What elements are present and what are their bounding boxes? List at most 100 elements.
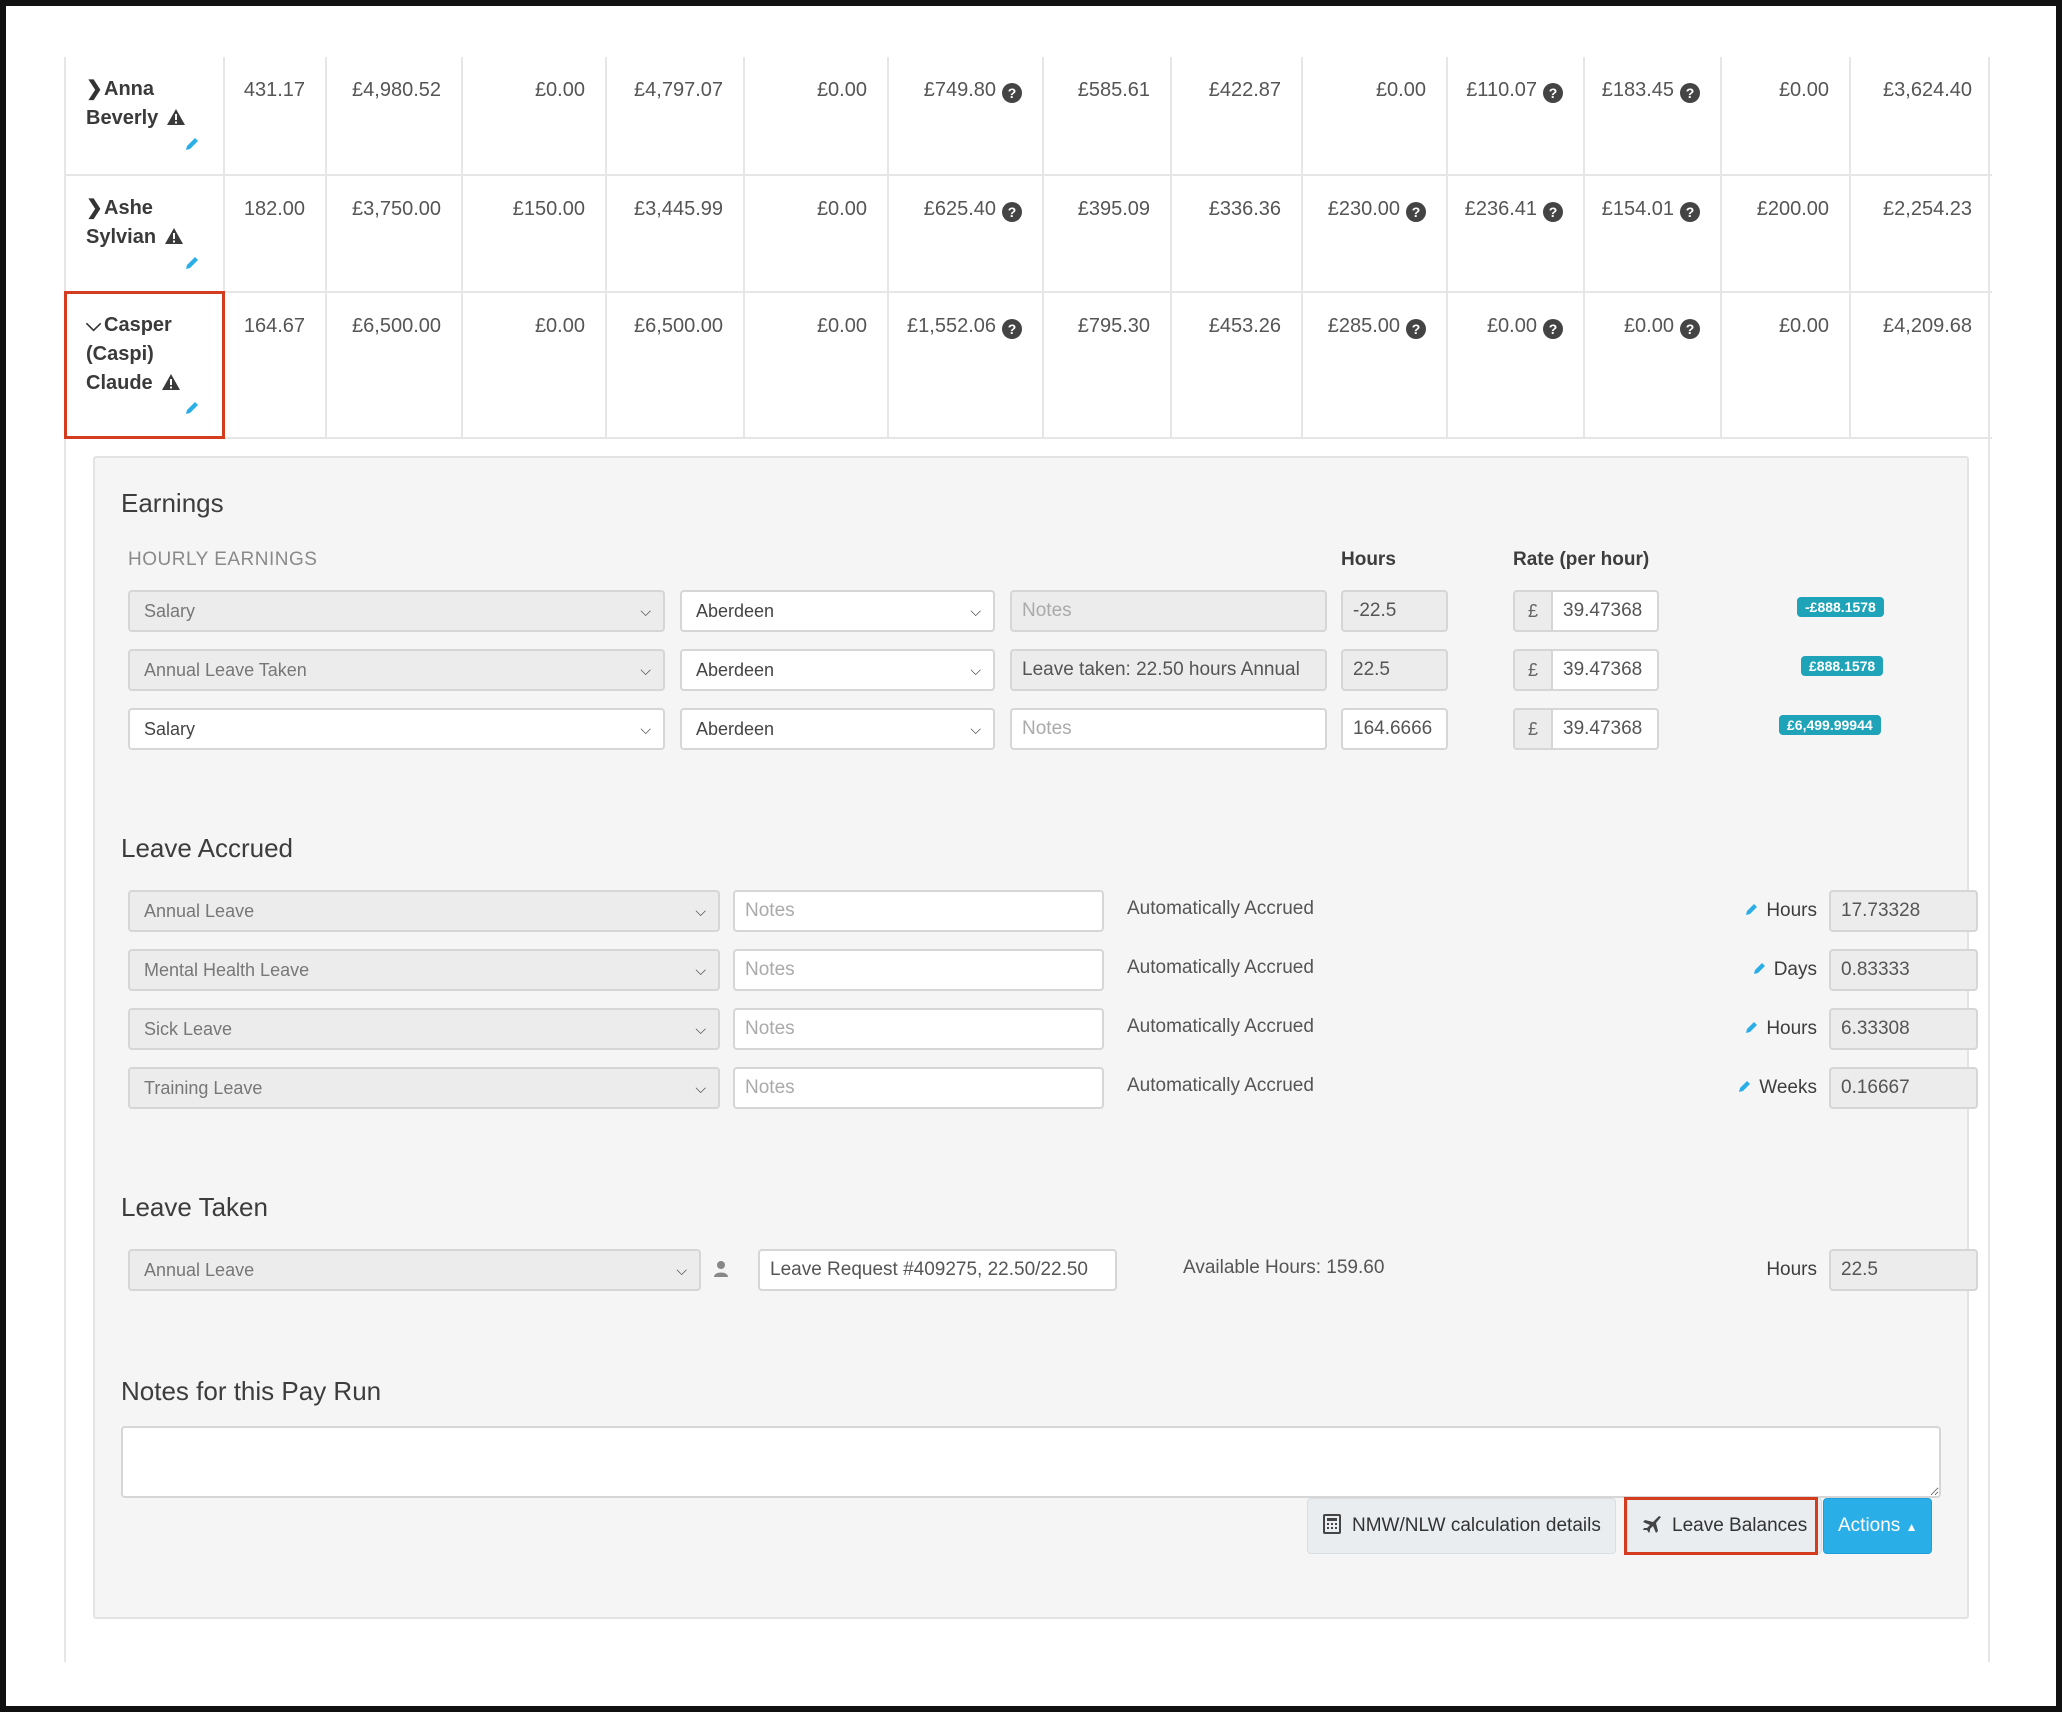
value-cell: £4,980.52	[326, 57, 463, 176]
earnings-type-select[interactable]: Salary ⌵	[128, 708, 665, 750]
value-cell: £0.00	[744, 292, 889, 439]
select-value: Mental Health Leave	[144, 960, 310, 980]
value-text: £285.00	[1327, 315, 1400, 337]
table-row[interactable]: ❯Ashe Sylvian 182.00 £3,750.00 £150.00 £…	[66, 175, 1992, 293]
leave-unit-label[interactable]: Hours	[1645, 900, 1817, 922]
help-icon[interactable]: ?	[1543, 202, 1563, 222]
leave-taken-title: Leave Taken	[121, 1192, 268, 1222]
help-icon[interactable]: ?	[1002, 83, 1022, 103]
chevron-right-icon[interactable]: ❯	[86, 194, 104, 223]
leave-amount-input[interactable]: 0.16667	[1829, 1067, 1978, 1109]
amount-badge: -£888.1578	[1797, 597, 1884, 617]
leave-notes-input[interactable]: Notes	[733, 949, 1104, 991]
earnings-type-select[interactable]: Salary ⌵	[128, 590, 665, 632]
location-select[interactable]: Aberdeen ⌵	[680, 708, 995, 750]
value-cell: 164.67	[224, 292, 327, 439]
leave-unit-label[interactable]: Days	[1645, 959, 1817, 981]
chevron-down-icon: ⌵	[676, 1262, 687, 1278]
warning-icon[interactable]	[164, 227, 184, 245]
edit-pencil-icon[interactable]	[1744, 901, 1760, 917]
employee-first-name[interactable]: Anna	[104, 78, 154, 100]
leave-type-select[interactable]: Training Leave ⌵	[128, 1067, 720, 1109]
select-value: Annual Leave	[144, 1260, 255, 1280]
earnings-notes-input[interactable]: Leave taken: 22.50 hours Annual	[1010, 649, 1327, 691]
value-cell: £0.00	[462, 57, 607, 176]
edit-pencil-icon[interactable]	[183, 254, 201, 272]
help-icon[interactable]: ?	[1680, 319, 1700, 339]
actions-button[interactable]: Actions ▲	[1823, 1498, 1933, 1554]
leave-notes-input[interactable]: Notes	[733, 1067, 1104, 1109]
user-icon[interactable]	[713, 1260, 729, 1278]
help-icon[interactable]: ?	[1543, 83, 1563, 103]
location-select[interactable]: Aberdeen ⌵	[680, 590, 995, 632]
select-value: Sick Leave	[144, 1019, 233, 1039]
leave-unit-label[interactable]: Hours	[1645, 1018, 1817, 1040]
earnings-notes-input[interactable]: Notes	[1010, 708, 1327, 750]
earnings-type-select[interactable]: Annual Leave Taken ⌵	[128, 649, 665, 691]
nmw-calculation-button[interactable]: NMW/NLW calculation details	[1307, 1498, 1616, 1554]
select-value: Aberdeen	[696, 719, 775, 739]
chevron-down-icon[interactable]: ⌵	[86, 311, 104, 340]
pay-run-notes-textarea[interactable]	[121, 1426, 1941, 1498]
leave-notes-input[interactable]: Notes	[733, 1008, 1104, 1050]
location-select[interactable]: Aberdeen ⌵	[680, 649, 995, 691]
currency-prefix: £	[1513, 708, 1553, 750]
employee-first-name[interactable]: Ashe	[104, 197, 153, 219]
leave-amount-input[interactable]: 17.73328	[1829, 890, 1978, 932]
leave-type-select[interactable]: Mental Health Leave ⌵	[128, 949, 720, 991]
help-icon[interactable]: ?	[1002, 202, 1022, 222]
leave-amount-input[interactable]: 6.33308	[1829, 1008, 1978, 1050]
help-icon[interactable]: ?	[1406, 202, 1426, 222]
value-cell: £110.07?	[1447, 57, 1585, 176]
earnings-hours-input[interactable]: -22.5	[1341, 590, 1448, 632]
leave-unit-label[interactable]: Weeks	[1645, 1077, 1817, 1099]
warning-icon[interactable]	[161, 373, 181, 391]
earnings-notes-input[interactable]: Notes	[1010, 590, 1327, 632]
value-cell: £625.40?	[888, 175, 1044, 293]
table-row[interactable]: ⌵ Casper (Caspi) Claude 164.67 £6,500.00 …	[64, 290, 1992, 439]
edit-pencil-icon[interactable]	[1752, 960, 1768, 976]
table-row[interactable]: ❯Anna Beverly 431.17 £4,980.52 £0.00 £4,…	[66, 57, 1992, 176]
currency-prefix: £	[1513, 649, 1553, 691]
earnings-hours-input[interactable]: 164.6666	[1341, 708, 1448, 750]
employee-first-name[interactable]: Casper	[104, 314, 172, 336]
leave-balances-button[interactable]: Leave Balances	[1627, 1498, 1823, 1554]
value-cell: £395.09	[1043, 175, 1172, 293]
edit-pencil-icon[interactable]	[1744, 1019, 1760, 1035]
help-icon[interactable]: ?	[1002, 319, 1022, 339]
help-icon[interactable]: ?	[1680, 202, 1700, 222]
help-icon[interactable]: ?	[1406, 319, 1426, 339]
leave-type-select[interactable]: Sick Leave ⌵	[128, 1008, 720, 1050]
edit-pencil-icon[interactable]	[183, 399, 201, 417]
employee-last-name: Claude	[86, 372, 153, 394]
employee-name-cell-selected[interactable]: ⌵ Casper (Caspi) Claude	[64, 290, 225, 439]
chevron-right-icon[interactable]: ❯	[86, 75, 104, 104]
rate-input[interactable]: 39.47368	[1553, 649, 1659, 691]
leave-notes-input[interactable]: Notes	[733, 890, 1104, 932]
rate-input[interactable]: 39.47368	[1553, 590, 1659, 632]
accrual-status: Automatically Accrued	[1127, 898, 1314, 919]
accrual-status: Automatically Accrued	[1127, 957, 1314, 978]
leave-request-input[interactable]: Leave Request #409275, 22.50/22.50	[758, 1249, 1117, 1291]
value-cell: £2,254.23	[1850, 175, 1992, 293]
hourly-earnings-label: HOURLY EARNINGS	[128, 549, 318, 570]
accrual-status: Automatically Accrued	[1127, 1075, 1314, 1096]
earnings-hours-input[interactable]: 22.5	[1341, 649, 1448, 691]
edit-pencil-icon[interactable]	[183, 135, 201, 153]
leave-amount-input[interactable]: 0.83333	[1829, 949, 1978, 991]
employee-name-cell[interactable]: ❯Ashe Sylvian	[66, 175, 225, 293]
employee-nickname: (Caspi)	[86, 343, 154, 365]
leave-type-select[interactable]: Annual Leave ⌵	[128, 890, 720, 932]
edit-pencil-icon[interactable]	[1737, 1078, 1753, 1094]
value-cell: £0.00	[1721, 292, 1851, 439]
rate-input[interactable]: 39.47368	[1553, 708, 1659, 750]
unit-text: Hours	[1766, 900, 1817, 921]
leave-taken-unit-label: Hours	[1766, 1259, 1817, 1280]
leave-taken-type-select[interactable]: Annual Leave ⌵	[128, 1249, 701, 1291]
help-icon[interactable]: ?	[1680, 83, 1700, 103]
select-value: Salary	[144, 719, 196, 739]
help-icon[interactable]: ?	[1543, 319, 1563, 339]
employee-name-cell[interactable]: ❯Anna Beverly	[66, 57, 225, 176]
warning-icon[interactable]	[166, 108, 186, 126]
leave-taken-hours-input[interactable]: 22.5	[1829, 1249, 1978, 1291]
